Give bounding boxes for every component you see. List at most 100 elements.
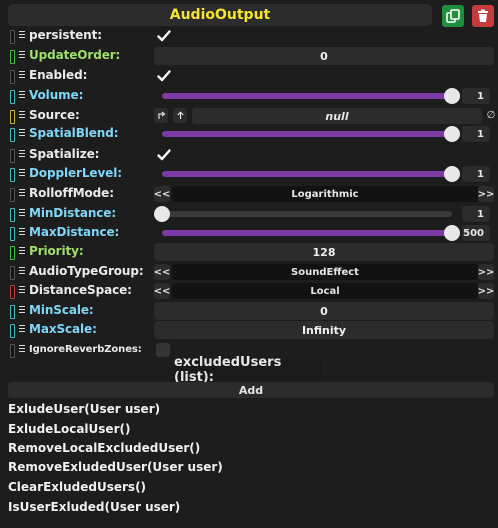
max-distance-slider-track[interactable]	[162, 230, 452, 236]
drag-handle-icon[interactable]	[19, 74, 25, 75]
method-remove-local-excluded-user[interactable]: RemoveLocalExcludedUser()	[8, 441, 200, 455]
drag-handle-icon[interactable]	[19, 54, 25, 55]
min-distance-slider-track[interactable]	[162, 211, 452, 217]
doppler-level-slider-track[interactable]	[162, 171, 452, 177]
method-is-user-exluded[interactable]: IsUserExluded(User user)	[8, 500, 180, 514]
drive-marker[interactable]	[10, 110, 15, 124]
drag-handle-icon[interactable]	[19, 132, 25, 133]
method-clear-exluded-users[interactable]: ClearExludedUsers()	[8, 480, 146, 494]
spatial-blend-value[interactable]: 1	[462, 126, 490, 142]
max-distance-slider-fill	[162, 230, 452, 236]
drag-handle-icon[interactable]	[19, 94, 25, 95]
rolloff-mode-next-button[interactable]: >>	[478, 186, 494, 202]
field-row-volume: Volume: 1	[8, 87, 498, 105]
jump-icon	[157, 111, 165, 119]
drive-marker[interactable]	[10, 168, 15, 182]
field-row-audio-type-group: AudioTypeGroup: << SoundEffect >>	[8, 263, 498, 281]
field-row-spatialize: Spatialize:	[8, 146, 498, 164]
drag-handle-icon[interactable]	[19, 250, 25, 251]
drive-marker[interactable]	[10, 70, 15, 84]
update-order-input[interactable]: 0	[154, 47, 494, 65]
distance-space-prev-button[interactable]: <<	[154, 283, 170, 299]
field-row-persistent: persistent:	[8, 27, 498, 45]
audio-type-group-value: SoundEffect	[172, 264, 478, 280]
drive-marker[interactable]	[10, 149, 15, 163]
min-scale-input[interactable]: 0	[154, 302, 494, 320]
volume-slider-fill	[162, 93, 452, 99]
duplicate-button[interactable]	[442, 5, 464, 27]
field-label: UpdateOrder:	[29, 48, 121, 62]
drive-marker[interactable]	[10, 30, 15, 44]
enabled-checkbox[interactable]	[156, 68, 172, 84]
drag-handle-icon[interactable]	[19, 309, 25, 310]
spatial-blend-slider-fill	[162, 131, 452, 137]
drag-handle-icon[interactable]	[19, 270, 25, 271]
drag-handle-icon[interactable]	[19, 328, 25, 329]
drive-marker[interactable]	[10, 246, 15, 260]
drag-handle-icon[interactable]	[19, 153, 25, 154]
volume-value[interactable]: 1	[462, 88, 490, 104]
min-distance-slider-handle[interactable]	[154, 206, 170, 222]
duplicate-icon	[446, 9, 460, 23]
spatial-blend-slider-handle[interactable]	[444, 126, 460, 142]
doppler-level-slider-fill	[162, 171, 452, 177]
field-row-max-scale: MaxScale: Infinity	[8, 321, 498, 339]
arrow-up-icon	[176, 111, 184, 119]
volume-slider-track[interactable]	[162, 93, 452, 99]
rolloff-mode-prev-button[interactable]: <<	[154, 186, 170, 202]
excluded-users-list-title: excludedUsers (list):	[174, 355, 322, 385]
method-remove-exluded-user[interactable]: RemoveExludedUser(User user)	[8, 460, 223, 474]
field-label: RolloffMode:	[29, 186, 114, 200]
drag-handle-icon[interactable]	[19, 34, 25, 35]
drive-marker[interactable]	[10, 227, 15, 241]
drag-handle-icon[interactable]	[19, 114, 25, 115]
drive-marker[interactable]	[10, 90, 15, 104]
audio-type-group-next-button[interactable]: >>	[478, 264, 494, 280]
method-exlude-local-user[interactable]: ExludeLocalUser()	[8, 422, 130, 436]
drive-marker[interactable]	[10, 324, 15, 338]
volume-slider-handle[interactable]	[444, 88, 460, 104]
distance-space-next-button[interactable]: >>	[478, 283, 494, 299]
drag-handle-icon[interactable]	[19, 289, 25, 290]
drive-marker[interactable]	[10, 344, 15, 358]
drag-handle-icon[interactable]	[19, 348, 25, 349]
max-distance-slider-handle[interactable]	[444, 225, 460, 241]
drive-marker[interactable]	[10, 50, 15, 64]
priority-input[interactable]: 128	[154, 243, 494, 261]
spatialize-checkbox[interactable]	[156, 147, 172, 163]
drag-handle-icon[interactable]	[19, 192, 25, 193]
max-distance-value[interactable]: 500	[462, 225, 490, 241]
jump-to-source-button[interactable]	[154, 108, 168, 123]
rolloff-mode-value: Logarithmic	[172, 186, 478, 202]
source-reference-field[interactable]: null	[192, 108, 482, 124]
ignore-reverb-zones-checkbox[interactable]	[156, 343, 170, 357]
audio-type-group-prev-button[interactable]: <<	[154, 264, 170, 280]
field-row-priority: Priority: 128	[8, 243, 498, 261]
clear-source-button[interactable]: ∅	[484, 108, 498, 123]
add-excluded-user-button[interactable]: Add	[8, 382, 494, 398]
drive-marker[interactable]	[10, 208, 15, 222]
doppler-level-slider-handle[interactable]	[444, 166, 460, 182]
persistent-checkbox[interactable]	[156, 28, 172, 44]
delete-button[interactable]	[472, 5, 494, 27]
doppler-level-value[interactable]: 1	[462, 166, 490, 182]
drag-handle-icon[interactable]	[19, 172, 25, 173]
field-label: MinDistance:	[29, 206, 117, 220]
drag-handle-icon[interactable]	[19, 231, 25, 232]
spatial-blend-slider-track[interactable]	[162, 131, 452, 137]
component-title-bar: AudioOutput	[8, 4, 432, 26]
min-distance-value[interactable]: 1	[462, 206, 490, 222]
max-scale-input[interactable]: Infinity	[154, 321, 494, 339]
drive-marker[interactable]	[10, 128, 15, 142]
field-label: MinScale:	[29, 303, 94, 317]
drag-handle-icon[interactable]	[19, 212, 25, 213]
field-label: DistanceSpace:	[29, 283, 132, 297]
field-row-enabled: Enabled:	[8, 67, 498, 85]
drive-marker[interactable]	[10, 285, 15, 299]
drive-marker[interactable]	[10, 266, 15, 280]
drive-marker[interactable]	[10, 305, 15, 319]
open-inspector-button[interactable]	[173, 108, 187, 123]
method-exlude-user[interactable]: ExludeUser(User user)	[8, 402, 160, 416]
drive-marker[interactable]	[10, 188, 15, 202]
field-row-min-distance: MinDistance: 1	[8, 205, 498, 223]
